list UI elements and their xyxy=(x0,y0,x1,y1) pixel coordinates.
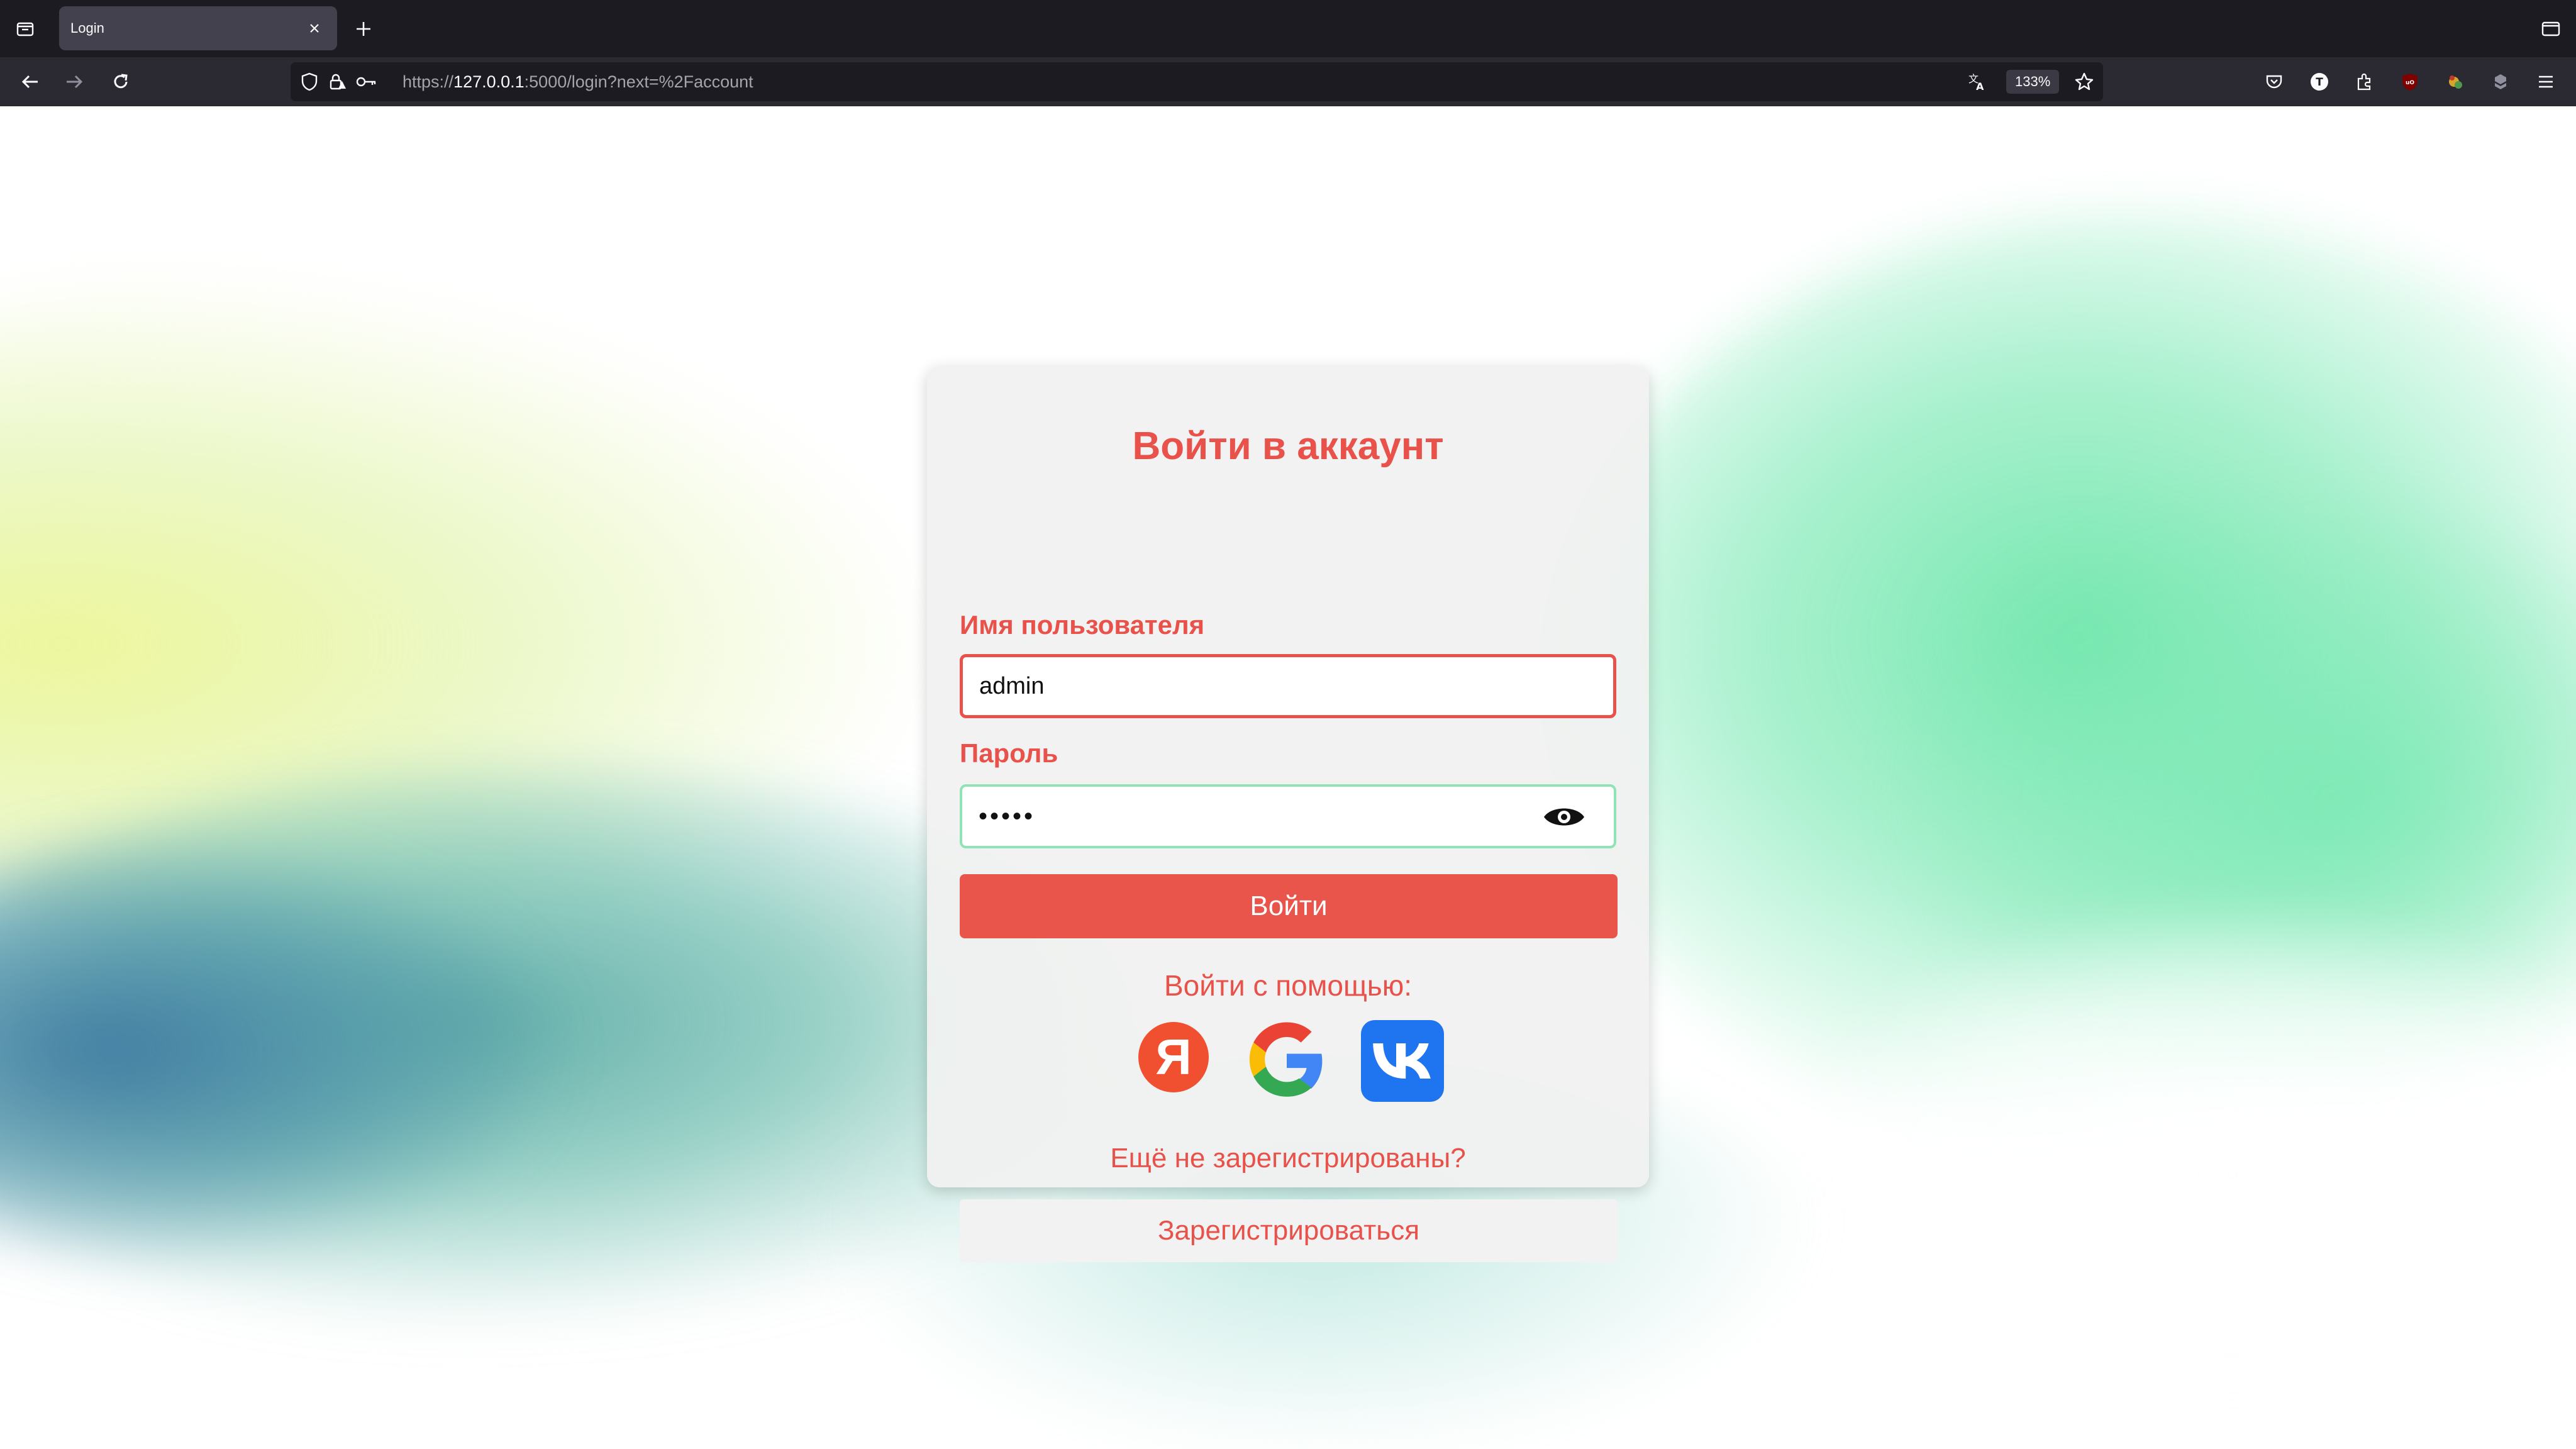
key-icon[interactable] xyxy=(353,69,379,94)
tab-list-icon[interactable] xyxy=(13,16,38,42)
lock-warning-icon[interactable] xyxy=(325,69,350,94)
translate-icon[interactable]: 文A xyxy=(1965,69,1990,94)
extensions-icon[interactable] xyxy=(2351,68,2379,96)
back-arrow-icon[interactable] xyxy=(16,68,44,96)
plus-icon[interactable] xyxy=(351,16,376,42)
username-label: Имя пользователя xyxy=(960,610,1205,640)
svg-text:T: T xyxy=(2316,76,2323,89)
shield-icon[interactable] xyxy=(297,69,322,94)
extension-gray-icon[interactable] xyxy=(2487,68,2514,96)
tab-title: Login xyxy=(70,20,104,36)
password-label: Пароль xyxy=(960,738,1058,768)
username-input[interactable] xyxy=(979,657,1533,715)
url-text[interactable]: https://127.0.0.1:5000/login?next=%2Facc… xyxy=(402,62,753,101)
close-icon[interactable] xyxy=(303,17,326,40)
login-card: Войти в аккаунт Имя пользователя Пароль … xyxy=(927,366,1649,1262)
browser-tab-bar: Login xyxy=(0,0,2576,57)
tab-login[interactable]: Login xyxy=(59,6,337,50)
reload-icon[interactable] xyxy=(107,68,135,96)
register-prompt: Ещё не зарегистрированы? xyxy=(1110,1143,1466,1174)
page-title: Войти в аккаунт xyxy=(1132,425,1444,468)
url-host: 127.0.0.1 xyxy=(453,72,525,91)
hamburger-menu-icon[interactable] xyxy=(2532,68,2560,96)
username-field[interactable] xyxy=(960,654,1616,718)
window-icon[interactable] xyxy=(2537,15,2565,43)
browser-nav-bar: https://127.0.0.1:5000/login?next=%2Facc… xyxy=(0,57,2576,106)
password-field[interactable] xyxy=(960,784,1616,848)
login-submit-button[interactable]: Войти xyxy=(960,874,1618,938)
show-password-eye-icon[interactable] xyxy=(1542,803,1586,831)
extension-puzzle-color-icon[interactable] xyxy=(2441,68,2469,96)
url-path: :5000/login?next=%2Faccount xyxy=(524,72,753,91)
forward-arrow-icon[interactable] xyxy=(60,68,88,96)
vk-login-icon[interactable] xyxy=(1361,1020,1444,1102)
page-content: Войти в аккаунт Имя пользователя Пароль … xyxy=(0,106,2576,1449)
url-bar[interactable]: https://127.0.0.1:5000/login?next=%2Facc… xyxy=(291,62,2103,101)
account-icon[interactable]: T xyxy=(2306,68,2333,96)
bookmark-star-icon[interactable] xyxy=(2072,69,2097,94)
url-prefix: https:// xyxy=(402,72,454,91)
yandex-login-icon[interactable]: Я xyxy=(1138,1022,1209,1092)
zoom-level-badge[interactable]: 133% xyxy=(2006,70,2060,94)
yandex-glyph: Я xyxy=(1155,1029,1192,1085)
svg-text:A: A xyxy=(1976,80,1984,92)
svg-text:uO: uO xyxy=(2406,80,2414,86)
pocket-icon[interactable] xyxy=(2260,68,2288,96)
ublock-icon[interactable]: uO xyxy=(2396,68,2424,96)
register-button[interactable]: Зарегистрироваться xyxy=(960,1199,1618,1262)
password-input[interactable] xyxy=(979,787,1532,846)
social-login-label: Войти с помощью: xyxy=(1163,969,1413,1002)
google-login-icon[interactable] xyxy=(1245,1019,1328,1102)
